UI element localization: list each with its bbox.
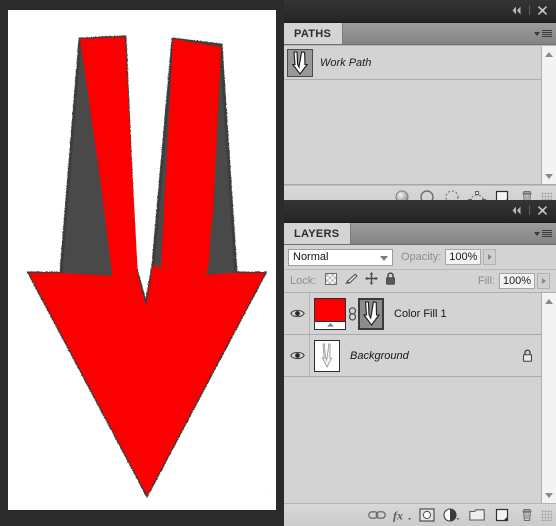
paths-list[interactable]: Work Path [284,45,556,185]
chevron-down-icon [380,255,388,261]
locked-layer-padlock-icon [514,349,540,362]
opacity-input[interactable]: 100% [445,249,482,265]
vector-mask-thumbnail-arrow[interactable] [358,297,384,330]
document-window [0,0,284,520]
create-new-group-icon[interactable] [464,505,489,525]
paths-row-work-path[interactable]: Work Path [284,46,556,80]
panel-menu-icon [542,230,552,237]
scroll-up-arrow-icon[interactable] [542,294,556,308]
layer-visibility-eye-icon [290,351,305,360]
layers-scrollbar[interactable] [541,293,556,503]
canvas-artboard[interactable] [12,14,272,499]
document-canvas[interactable] [8,10,276,510]
fill-label: Fill: [477,275,495,287]
add-layer-mask-icon[interactable] [414,505,439,525]
fill-stepper[interactable] [537,273,550,289]
layer-visibility-toggle[interactable] [286,335,310,376]
add-layer-style-fx-icon[interactable]: fx [389,505,414,525]
create-new-layer-icon[interactable] [489,505,514,525]
lock-all-icon[interactable] [385,272,396,290]
link-layers-icon[interactable] [364,505,389,525]
solid-color-fill-thumbnail[interactable] [314,297,346,330]
tab-paths-label: PATHS [294,27,332,40]
fill-input[interactable]: 100% [499,273,535,289]
photoshop-window: PATHS Work Path LAYERS Normal Opacity: 1… [0,0,556,526]
layers-panel: LAYERS Normal Opacity: 100% Lock: Fill: … [284,200,556,526]
tabstrip-filler [351,223,530,244]
scroll-down-arrow-icon[interactable] [542,169,556,183]
lock-position-icon[interactable] [365,272,379,290]
layer-name[interactable]: Background [350,350,409,362]
layer-name[interactable]: Color Fill 1 [394,308,447,320]
scroll-down-arrow-icon[interactable] [542,488,556,502]
chevron-down-icon [534,231,540,236]
layer-mask-link-icon[interactable] [346,306,358,321]
layer-visibility-eye-icon [290,309,305,318]
lock-transparent-pixels-icon[interactable] [325,272,338,290]
close-icon[interactable] [535,3,550,17]
layer-visibility-toggle[interactable] [286,293,310,334]
layers-list[interactable]: Color Fill 1 Background [284,293,556,503]
chevron-down-icon [534,31,540,36]
lock-label: Lock: [290,275,317,287]
paths-panel-menu-button[interactable] [530,23,556,44]
background-layer-thumbnail-arrow[interactable] [314,339,340,372]
paths-tabstrip: PATHS [284,23,556,45]
layers-tabstrip: LAYERS [284,223,556,245]
path-name: Work Path [320,56,372,69]
layers-dock-titlebar [284,200,556,223]
titlebar-divider [529,5,530,15]
titlebar-divider [529,205,530,215]
layers-panel-menu-button[interactable] [530,223,556,244]
layers-panel-footer: fx [284,503,556,526]
layer-row-color-fill-1[interactable]: Color Fill 1 [284,293,556,335]
layer-lock-row: Lock: Fill: 100% [284,270,556,293]
blend-mode-value: Normal [293,251,329,263]
blend-mode-select[interactable]: Normal [288,248,393,266]
collapse-to-icons-icon[interactable] [509,3,524,17]
tab-layers-label: LAYERS [294,227,340,240]
layer-options-row: Normal Opacity: 100% [284,245,556,270]
paths-panel: PATHS Work Path [284,0,556,208]
resize-grip-icon[interactable] [541,509,552,521]
create-new-fill-or-adjustment-layer-icon[interactable] [439,505,464,525]
red-down-arrow-artwork [26,35,268,499]
paths-scrollbar[interactable] [541,46,556,184]
panel-dock: PATHS Work Path LAYERS Normal Opacity: 1… [284,0,556,526]
paths-dock-titlebar [284,0,556,23]
close-icon[interactable] [535,203,550,217]
collapse-to-icons-icon[interactable] [509,203,524,217]
tab-layers[interactable]: LAYERS [284,223,352,244]
panel-menu-icon [542,30,552,37]
tab-paths[interactable]: PATHS [284,23,344,44]
path-thumbnail-arrow[interactable] [287,48,313,77]
tabstrip-filler [343,23,530,44]
opacity-stepper[interactable] [483,249,497,265]
layer-row-background[interactable]: Background [284,335,556,377]
delete-layer-icon[interactable] [514,505,539,525]
scroll-up-arrow-icon[interactable] [542,47,556,61]
lock-image-pixels-icon[interactable] [344,272,359,290]
opacity-label: Opacity: [401,251,442,263]
